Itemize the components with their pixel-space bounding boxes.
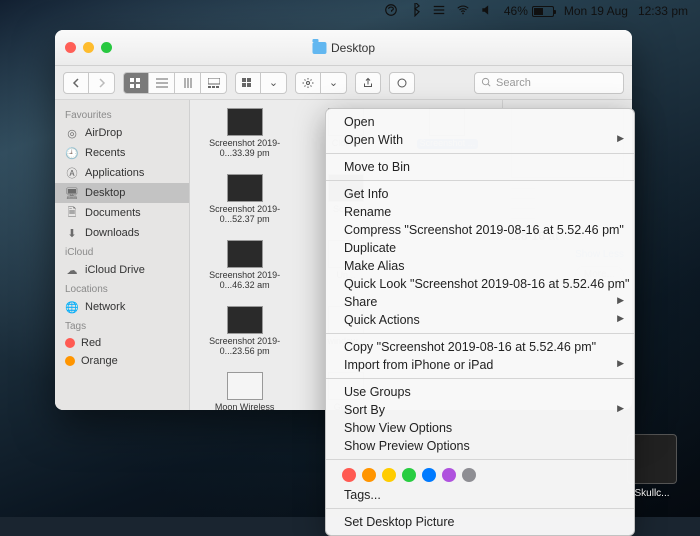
menu-open[interactable]: Open (326, 113, 634, 131)
desktop-icon: 🖥 (65, 186, 79, 200)
forward-button[interactable] (89, 72, 115, 94)
tag-orange[interactable] (362, 468, 376, 482)
action-dropdown[interactable]: ⌄ (295, 72, 347, 94)
zoom-button[interactable] (101, 42, 112, 53)
menu-move-to-bin[interactable]: Move to Bin (326, 158, 634, 176)
file-item[interactable]: Screenshot 2019-0...23.56 pm (194, 306, 295, 370)
sidebar-tag-red[interactable]: Red (55, 334, 189, 352)
folder-icon (312, 42, 326, 54)
tag-yellow[interactable] (382, 468, 396, 482)
menu-open-with[interactable]: Open With (326, 131, 634, 149)
sidebar-item-documents[interactable]: 🗎Documents (55, 203, 189, 223)
menu-make-alias[interactable]: Make Alias (326, 257, 634, 275)
list-view-button[interactable] (149, 72, 175, 94)
applications-icon: Ⓐ (65, 166, 79, 180)
sidebar-tag-orange[interactable]: Orange (55, 352, 189, 370)
context-menu: Open Open With Move to Bin Get Info Rena… (325, 108, 635, 536)
view-mode-buttons (123, 72, 227, 94)
assist-icon[interactable] (384, 3, 398, 20)
sidebar-item-downloads[interactable]: ⬇Downloads (55, 223, 189, 243)
orange-tag-dot (65, 356, 75, 366)
downloads-icon: ⬇ (65, 226, 79, 240)
clock-icon: 🕘 (65, 146, 79, 160)
tag-grey[interactable] (462, 468, 476, 482)
sidebar-item-desktop[interactable]: 🖥Desktop (55, 183, 189, 203)
documents-icon: 🗎 (65, 206, 79, 220)
back-button[interactable] (63, 72, 89, 94)
menu-quick-look[interactable]: Quick Look "Screenshot 2019-08-16 at 5.5… (326, 275, 634, 293)
menu-rename[interactable]: Rename (326, 203, 634, 221)
battery-percent: 46% (504, 4, 528, 18)
close-button[interactable] (65, 42, 76, 53)
menu-duplicate[interactable]: Duplicate (326, 239, 634, 257)
sidebar-item-applications[interactable]: ⒶApplications (55, 163, 189, 183)
toolbar: ⌄ ⌄ Search (55, 66, 632, 100)
tags-button[interactable] (389, 72, 415, 94)
sidebar-header-favourites: Favourites (55, 106, 189, 123)
arrange-dropdown[interactable]: ⌄ (235, 72, 287, 94)
menu-icon[interactable] (432, 3, 446, 20)
sidebar-header-icloud: iCloud (55, 243, 189, 260)
tag-red[interactable] (342, 468, 356, 482)
titlebar[interactable]: Desktop (55, 30, 632, 66)
sidebar-header-locations: Locations (55, 280, 189, 297)
menubar-time[interactable]: 12:33 pm (638, 4, 688, 18)
menu-view-options[interactable]: Show View Options (326, 419, 634, 437)
nav-buttons (63, 72, 115, 94)
bluetooth-icon[interactable] (408, 3, 422, 20)
network-icon: 🌐 (65, 300, 79, 314)
search-input[interactable]: Search (474, 72, 624, 94)
menubar-date[interactable]: Mon 19 Aug (564, 4, 628, 18)
window-title: Desktop (312, 41, 375, 55)
gallery-view-button[interactable] (201, 72, 227, 94)
menu-sort-by[interactable]: Sort By (326, 401, 634, 419)
traffic-lights (65, 42, 112, 53)
icon-view-button[interactable] (123, 72, 149, 94)
search-icon (481, 77, 492, 88)
file-item[interactable]: Moon Wireless Charger (194, 372, 295, 410)
menu-preview-options[interactable]: Show Preview Options (326, 437, 634, 455)
menu-share[interactable]: Share (326, 293, 634, 311)
search-placeholder: Search (496, 77, 531, 89)
battery-status[interactable]: 46% (504, 4, 554, 18)
sidebar: Favourites ◎AirDrop 🕘Recents ⒶApplicatio… (55, 100, 190, 410)
menu-get-info[interactable]: Get Info (326, 185, 634, 203)
share-button[interactable] (355, 72, 381, 94)
cloud-icon: ☁ (65, 263, 79, 277)
volume-icon[interactable] (480, 3, 494, 20)
wifi-icon[interactable] (456, 3, 470, 20)
column-view-button[interactable] (175, 72, 201, 94)
tag-purple[interactable] (442, 468, 456, 482)
menu-compress[interactable]: Compress "Screenshot 2019-08-16 at 5.52.… (326, 221, 634, 239)
file-item[interactable]: Screenshot 2019-0...46.32 am (194, 240, 295, 304)
sidebar-item-recents[interactable]: 🕘Recents (55, 143, 189, 163)
sidebar-item-network[interactable]: 🌐Network (55, 297, 189, 317)
sidebar-item-iclouddrive[interactable]: ☁iCloud Drive (55, 260, 189, 280)
menu-import[interactable]: Import from iPhone or iPad (326, 356, 634, 374)
red-tag-dot (65, 338, 75, 348)
menu-tags[interactable]: Tags... (326, 486, 634, 504)
gear-icon (295, 72, 321, 94)
menu-use-groups[interactable]: Use Groups (326, 383, 634, 401)
menu-copy[interactable]: Copy "Screenshot 2019-08-16 at 5.52.46 p… (326, 338, 634, 356)
file-item[interactable]: Screenshot 2019-0...33.39 pm (194, 108, 295, 172)
window-title-text: Desktop (331, 41, 375, 55)
file-item[interactable]: Screenshot 2019-0...52.37 pm (194, 174, 295, 238)
menu-set-desktop[interactable]: Set Desktop Picture (326, 513, 634, 531)
airdrop-icon: ◎ (65, 126, 79, 140)
menu-tag-colors (326, 464, 634, 486)
menu-quick-actions[interactable]: Quick Actions (326, 311, 634, 329)
minimize-button[interactable] (83, 42, 94, 53)
sidebar-item-airdrop[interactable]: ◎AirDrop (55, 123, 189, 143)
sidebar-header-tags: Tags (55, 317, 189, 334)
tag-green[interactable] (402, 468, 416, 482)
menubar: 46% Mon 19 Aug 12:33 pm (0, 0, 700, 22)
battery-icon (532, 6, 554, 17)
tag-blue[interactable] (422, 468, 436, 482)
